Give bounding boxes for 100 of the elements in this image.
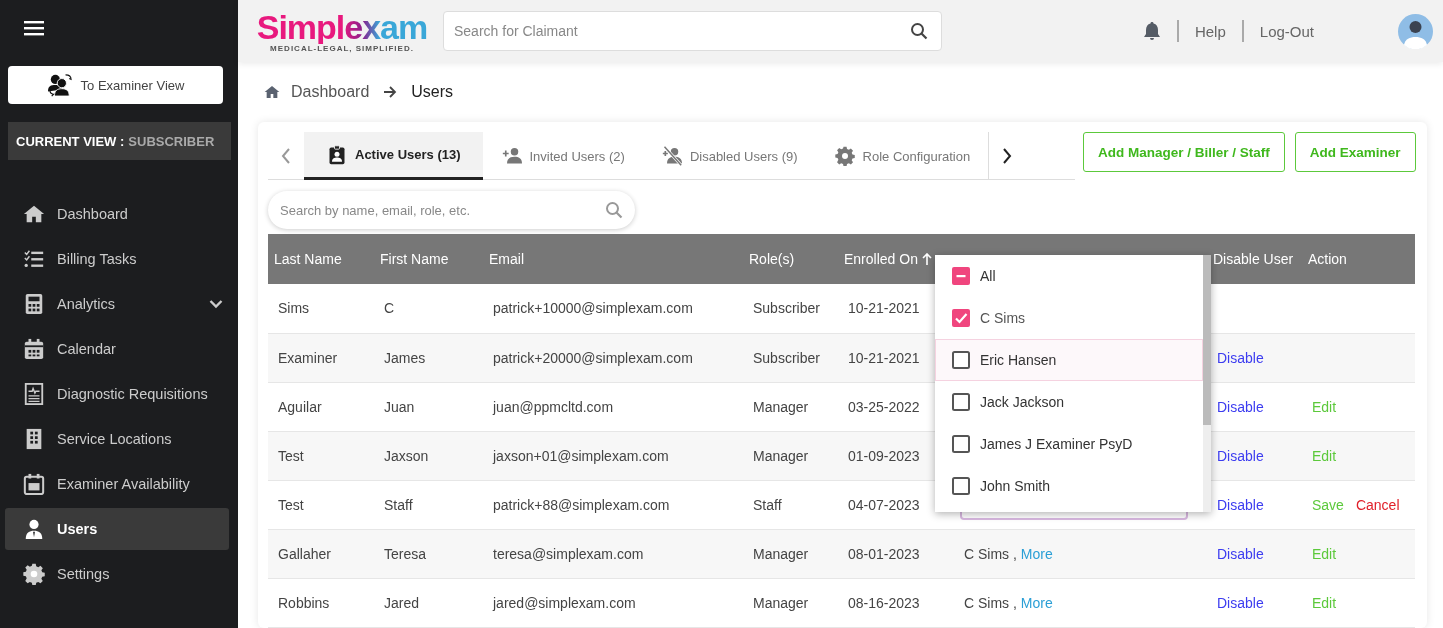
search-field[interactable]: Search by name, email, role, etc. — [268, 191, 635, 229]
add-user-icon — [500, 146, 523, 166]
menu-icon[interactable] — [24, 20, 44, 36]
home-icon — [263, 84, 281, 100]
table-cell: Sims — [278, 300, 310, 317]
arrow-right-icon — [383, 86, 398, 98]
disable-link[interactable]: Disable — [1217, 545, 1264, 562]
cancel-link[interactable]: Cancel — [1355, 496, 1400, 513]
header-link[interactable]: Log-Out — [1259, 22, 1314, 40]
table-cell: Manager — [753, 398, 809, 415]
checkbox[interactable] — [952, 393, 970, 411]
column-header: Last Name — [274, 251, 342, 267]
checkbox[interactable] — [952, 435, 970, 453]
calculator-icon — [23, 293, 45, 315]
chevron-right-icon[interactable] — [1001, 147, 1012, 164]
table-cell: Jared — [384, 594, 420, 611]
current-view-label: CURRENT VIEW : — [16, 133, 125, 149]
table-cell: Test — [278, 447, 304, 464]
tab[interactable]: Invited Users (2) — [482, 132, 643, 180]
table-cell: 08-01-2023 — [848, 545, 920, 562]
user-slash-icon — [660, 146, 683, 166]
option-label: C Sims — [980, 310, 1026, 326]
dropdown-option[interactable]: Jack Jackson — [935, 381, 1203, 423]
nav-item[interactable]: Dashboard — [5, 193, 229, 235]
table-cell: jaxson+01@simplexam.com — [493, 447, 669, 464]
checkbox[interactable] — [952, 267, 970, 285]
table-cell: Juan — [384, 398, 415, 415]
nav-item[interactable]: Settings — [5, 553, 229, 595]
tab[interactable]: Active Users (13) — [304, 132, 483, 180]
column-header: Disable User — [1213, 251, 1294, 267]
nav-item[interactable]: Service Locations — [5, 418, 229, 460]
table-cell: 04-07-2023 — [848, 496, 920, 513]
scrollbar-thumb[interactable] — [1203, 255, 1211, 425]
search-field[interactable]: Search for Claimant — [443, 11, 942, 51]
chevron-down-icon[interactable] — [209, 299, 223, 309]
table-cell: Manager — [753, 545, 809, 562]
calendar-icon — [23, 338, 45, 360]
table-cell: Manager — [753, 447, 809, 464]
table-cell: 01-09-2023 — [848, 447, 920, 464]
disable-link[interactable]: Disable — [1217, 496, 1264, 513]
nav-item[interactable]: Examiner Availability — [5, 463, 229, 505]
table-cell: Staff — [384, 496, 413, 513]
settings-icon — [23, 563, 45, 585]
breadcrumb-link[interactable]: Dashboard — [291, 83, 370, 101]
dropdown-option[interactable]: James J Examiner PsyD — [935, 423, 1203, 465]
user-switch-icon — [46, 73, 73, 97]
table-cell: 03-25-2022 — [848, 398, 920, 415]
table-cell: Gallaher — [278, 545, 331, 562]
table-cell: Teresa — [384, 545, 427, 562]
table-cell: Aguilar — [278, 398, 322, 415]
option-label: Jack Jackson — [980, 394, 1065, 410]
report-icon — [23, 383, 45, 405]
nav-item[interactable]: Users — [5, 508, 229, 550]
column-header: Role(s) — [749, 251, 795, 267]
table-cell: Robbins — [278, 594, 330, 611]
table-cell: Jaxson — [384, 447, 429, 464]
sort-arrow-icon[interactable] — [921, 253, 932, 265]
table-cell: Staff — [753, 496, 782, 513]
home-icon — [23, 203, 45, 225]
option-label: John Smith — [980, 478, 1051, 494]
option-label: James J Examiner PsyD — [980, 436, 1133, 452]
column-header: Email — [489, 251, 524, 267]
dropdown-option[interactable]: John Smith — [935, 465, 1203, 507]
tab[interactable]: Role Configuration — [815, 132, 989, 180]
option-label: All — [980, 268, 996, 284]
table-cell: 10-21-2021 — [848, 300, 920, 317]
table-cell: Manager — [753, 594, 809, 611]
view-switch-button[interactable]: To Examiner View — [8, 66, 223, 104]
nav-item[interactable]: Analytics — [5, 283, 229, 325]
user-icon — [23, 518, 45, 540]
disable-link[interactable]: Disable — [1217, 594, 1264, 611]
table-cell: 10-21-2021 — [848, 349, 920, 366]
table-cell: C — [384, 300, 395, 317]
nav-item[interactable]: Calendar — [5, 328, 229, 370]
table-cell: Examiner — [278, 349, 338, 366]
dropdown-option[interactable]: All — [935, 255, 1203, 297]
checklist-icon — [23, 248, 45, 270]
checkbox[interactable] — [952, 351, 970, 369]
checkbox[interactable] — [952, 477, 970, 495]
disable-link[interactable]: Disable — [1217, 447, 1264, 464]
table-cell: Test — [278, 496, 304, 513]
nav-item[interactable]: Diagnostic Requisitions — [5, 373, 229, 415]
checkbox[interactable] — [952, 309, 970, 327]
table-cell: C Sims , — [964, 594, 1017, 611]
tab[interactable]: Disabled Users (9) — [642, 132, 816, 180]
column-header: Action — [1308, 251, 1347, 267]
chevron-left-icon[interactable] — [281, 147, 291, 164]
table-cell: patrick+10000@simplexam.com — [493, 300, 693, 317]
nav-item[interactable]: Billing Tasks — [5, 238, 229, 280]
bell-icon[interactable] — [1142, 21, 1161, 41]
disable-link[interactable]: Disable — [1217, 349, 1264, 366]
avatar-icon[interactable] — [1398, 13, 1433, 49]
table-cell: juan@ppmcltd.com — [493, 398, 614, 415]
disable-link[interactable]: Disable — [1217, 398, 1264, 415]
search-icon[interactable] — [910, 22, 928, 40]
logo-tagline: MEDICAL-LEGAL, SIMPLIFIED. — [270, 43, 414, 53]
table-cell: Subscriber — [753, 349, 820, 366]
header-link[interactable]: Help — [1194, 22, 1226, 40]
dropdown-option[interactable]: C Sims — [935, 297, 1203, 339]
dropdown-option[interactable]: Eric Hansen — [935, 339, 1203, 381]
